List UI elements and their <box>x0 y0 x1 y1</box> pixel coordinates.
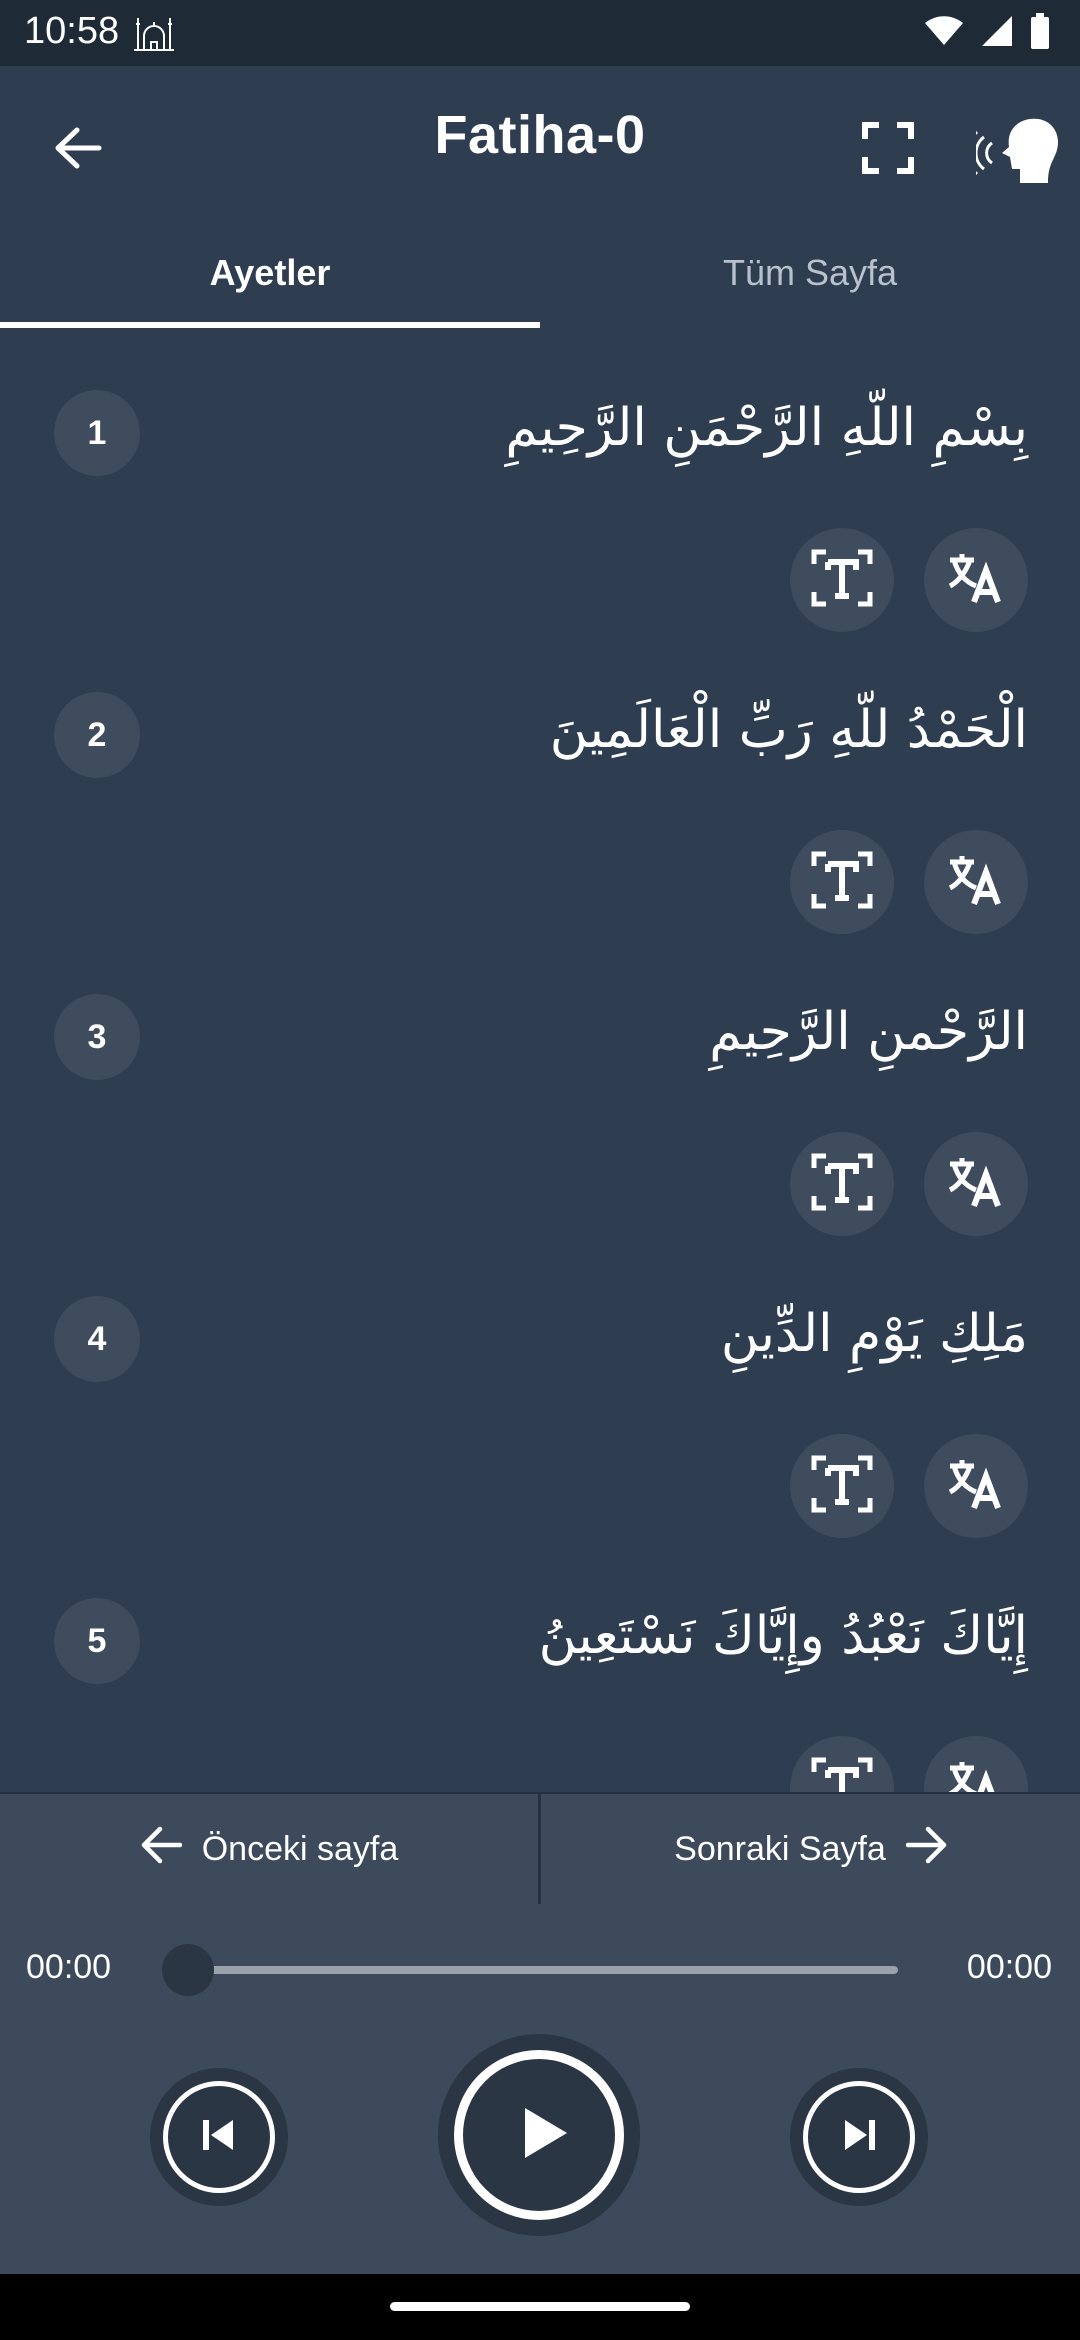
signal-icon <box>980 14 1014 53</box>
verse-item: 2 الْحَمْدُ للّهِ رَبِّ الْعَالَمِينَ <box>0 632 1080 934</box>
verse-arabic-text: إِيَّاكَ نَعْبُدُ وإِيَّاكَ نَسْتَعِينُ <box>538 1606 1028 1666</box>
skip-previous-icon <box>199 2117 239 2158</box>
speaking-head-icon <box>965 117 1060 188</box>
text-format-icon <box>810 1152 874 1217</box>
play-icon <box>521 2106 569 2165</box>
verse-number: 4 <box>54 1296 140 1382</box>
text-button[interactable] <box>790 528 894 632</box>
wifi-icon <box>924 15 964 52</box>
translate-button[interactable] <box>924 1132 1028 1236</box>
tab-indicator <box>0 322 540 328</box>
text-format-icon <box>810 548 874 613</box>
verse-number: 3 <box>54 994 140 1080</box>
verse-item: 1 بِسْمِ اللّهِ الرَّحْمَنِ الرَّحِيمِ <box>0 330 1080 632</box>
translate-button[interactable] <box>924 528 1028 632</box>
previous-page-label: Önceki sayfa <box>201 1829 399 1868</box>
verse-number: 2 <box>54 692 140 778</box>
verse-item: 3 الرَّحْمنِ الرَّحِيمِ <box>0 934 1080 1236</box>
status-bar: 10:58 <box>0 0 1080 66</box>
translate-button[interactable] <box>924 1434 1028 1538</box>
verse-arabic-text: الْحَمْدُ للّهِ رَبِّ الْعَالَمِينَ <box>549 700 1028 760</box>
verse-number: 5 <box>54 1598 140 1684</box>
verse-number: 1 <box>54 390 140 476</box>
seek-thumb[interactable] <box>162 1944 214 1996</box>
next-page-button[interactable]: Sonraki Sayfa <box>542 1794 1080 1904</box>
translate-icon <box>948 552 1004 609</box>
verse-arabic-text: الرَّحْمنِ الرَّحِيمِ <box>709 1002 1028 1062</box>
text-button[interactable] <box>790 1736 894 1792</box>
fullscreen-button[interactable] <box>846 108 930 192</box>
tab-ayetler[interactable]: Ayetler <box>0 216 540 330</box>
translate-icon <box>948 854 1004 911</box>
verse-item: 4 مَلِكِ يَوْمِ الدِّينِ <box>0 1236 1080 1538</box>
current-time: 00:00 <box>26 1948 112 1986</box>
previous-page-button[interactable]: Önceki sayfa <box>0 1794 538 1904</box>
text-format-icon <box>810 1454 874 1519</box>
arrow-left-icon <box>140 1826 182 1873</box>
tab-bar: Ayetler Tüm Sayfa <box>0 216 1080 330</box>
text-button[interactable] <box>790 1434 894 1538</box>
text-format-icon <box>810 850 874 915</box>
verse-arabic-text: مَلِكِ يَوْمِ الدِّينِ <box>720 1304 1028 1364</box>
skip-next-button[interactable] <box>790 2068 928 2206</box>
translate-icon <box>948 1156 1004 1213</box>
translate-icon <box>948 1458 1004 1515</box>
status-time: 10:58 <box>24 10 120 52</box>
battery-icon <box>1030 13 1050 54</box>
verse-item: 5 إِيَّاكَ نَعْبُدُ وإِيَّاكَ نَسْتَعِين… <box>0 1538 1080 1792</box>
system-navigation-bar <box>0 2274 1080 2340</box>
mosque-icon <box>132 12 176 57</box>
tab-tum-sayfa[interactable]: Tüm Sayfa <box>540 216 1080 330</box>
audio-player: 00:00 00:00 <box>0 1904 1080 2274</box>
app-bar: Fatiha-0 <box>0 66 1080 216</box>
home-gesture-handle[interactable] <box>390 2302 690 2311</box>
translate-button[interactable] <box>924 1736 1028 1792</box>
verse-list[interactable]: 1 بِسْمِ اللّهِ الرَّحْمَنِ الرَّحِيمِ 2… <box>0 330 1080 1792</box>
total-time: 00:00 <box>966 1948 1052 1986</box>
voice-button[interactable] <box>965 104 1068 200</box>
translate-button[interactable] <box>924 830 1028 934</box>
translate-icon <box>948 1760 1004 1792</box>
page-navigation: Önceki sayfa Sonraki Sayfa <box>0 1792 1080 1906</box>
text-button[interactable] <box>790 830 894 934</box>
skip-previous-button[interactable] <box>150 2068 288 2206</box>
next-page-label: Sonraki Sayfa <box>674 1829 886 1868</box>
text-format-icon <box>810 1756 874 1792</box>
seek-bar[interactable] <box>186 1966 898 1974</box>
play-button[interactable] <box>438 2034 640 2236</box>
fullscreen-icon <box>862 121 914 179</box>
arrow-right-icon <box>905 1826 948 1873</box>
skip-next-icon <box>839 2117 879 2158</box>
verse-arabic-text: بِسْمِ اللّهِ الرَّحْمَنِ الرَّحِيمِ <box>505 398 1028 458</box>
text-button[interactable] <box>790 1132 894 1236</box>
divider <box>538 1794 541 1904</box>
